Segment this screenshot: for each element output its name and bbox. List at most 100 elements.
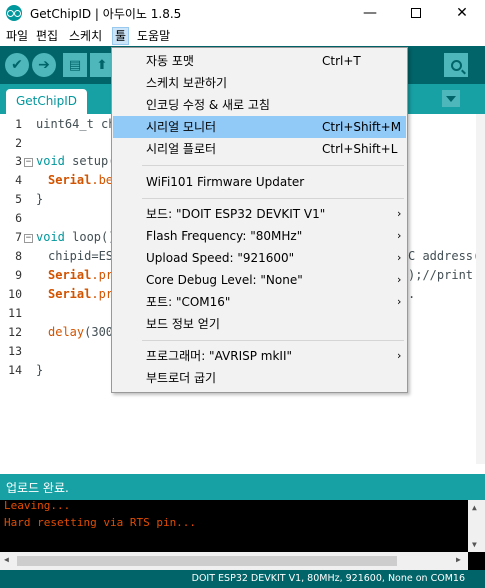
code-line-4: Serial.beg <box>48 173 120 187</box>
serial-object: Serial <box>48 173 92 187</box>
new-icon: ▤ <box>68 57 82 73</box>
menu-separator <box>142 340 404 341</box>
minimize-button[interactable]: — <box>347 0 393 26</box>
line-number: 5 <box>15 192 22 206</box>
upload-icon: ➔ <box>38 57 50 73</box>
serial-object: Serial <box>48 268 92 282</box>
menu-item-label: Flash Frequency: "80MHz" <box>146 229 303 243</box>
keyword-void: void <box>36 154 65 168</box>
serial-monitor-button[interactable] <box>444 53 468 77</box>
menu-separator <box>142 165 404 166</box>
code-line-5: } <box>36 192 44 206</box>
maximize-button[interactable] <box>393 0 439 26</box>
submenu-arrow-icon: › <box>397 207 402 220</box>
menu-separator <box>142 198 404 199</box>
menu-item-label: 스케치 보관하기 <box>146 76 228 90</box>
menu-bar: 파일 편집 스케치 툴 도움말 <box>0 26 485 46</box>
line-number: 12 <box>8 325 22 339</box>
menu-item-wifi101-updater[interactable]: WiFi101 Firmware Updater <box>113 171 406 193</box>
menu-item-core-debug-level[interactable]: Core Debug Level: "None" › <box>113 269 406 291</box>
console-line: Leaving... <box>4 499 71 512</box>
console-line: Hard resetting via RTS pin... <box>4 516 197 529</box>
menu-item-port[interactable]: 포트: "COM16" › <box>113 291 406 313</box>
menu-item-label: 부트로더 굽기 <box>146 371 217 385</box>
menu-tools[interactable]: 툴 <box>112 27 130 45</box>
code-line-9: Serial.pr <box>48 268 113 282</box>
menu-item-serial-plotter[interactable]: 시리얼 플로터 Ctrl+Shift+L <box>113 138 406 160</box>
tab-menu-button[interactable] <box>442 90 460 107</box>
close-icon: ✕ <box>456 5 468 21</box>
menu-item-upload-speed[interactable]: Upload Speed: "921600" › <box>113 247 406 269</box>
scroll-down-icon[interactable]: ▼ <box>472 540 477 549</box>
window-title: GetChipID | 아두이노 1.8.5 <box>30 6 182 21</box>
verify-icon: ✔ <box>11 57 23 73</box>
menu-item-burn-bootloader[interactable]: 부트로더 굽기 <box>113 367 406 389</box>
code-line-8: chipid=ESP <box>48 249 121 263</box>
upload-button[interactable]: ➔ <box>32 53 56 77</box>
menu-sketch[interactable]: 스케치 <box>67 27 104 45</box>
arduino-logo-icon <box>6 5 22 21</box>
submenu-arrow-icon: › <box>397 349 402 362</box>
editor-scrollbar[interactable] <box>476 114 485 464</box>
scroll-right-icon[interactable]: ▶ <box>456 555 461 564</box>
menu-item-label: 시리얼 플로터 <box>146 142 217 156</box>
tab-getchipid[interactable]: GetChipID <box>6 89 87 114</box>
menu-item-serial-monitor[interactable]: 시리얼 모니터 Ctrl+Shift+M <box>113 116 406 138</box>
line-number: 2 <box>15 136 22 150</box>
menu-item-label: 포트: "COM16" <box>146 295 231 309</box>
menu-item-archive-sketch[interactable]: 스케치 보관하기 <box>113 72 406 94</box>
console-vertical-scrollbar[interactable]: ▲ ▼ <box>468 500 485 552</box>
board-info-text: DOIT ESP32 DEVKIT V1, 80MHz, 921600, Non… <box>191 573 465 584</box>
line-number: 8 <box>15 249 22 263</box>
menu-item-get-board-info[interactable]: 보드 정보 얻기 <box>113 313 406 335</box>
chevron-down-icon <box>446 95 456 102</box>
scroll-up-icon[interactable]: ▲ <box>472 503 477 512</box>
line-number: 14 <box>8 363 22 377</box>
maximize-icon <box>411 8 421 18</box>
console-output[interactable]: Leaving... Hard resetting via RTS pin...… <box>0 499 485 570</box>
menu-item-label: Core Debug Level: "None" <box>146 273 303 287</box>
menu-edit[interactable]: 편집 <box>34 27 60 45</box>
menu-item-label: 프로그래머: "AVRISP mkII" <box>146 349 293 363</box>
line-number: 1 <box>15 117 22 131</box>
scrollbar-thumb[interactable] <box>17 556 397 566</box>
new-sketch-button[interactable]: ▤ <box>63 53 87 77</box>
code-line-10: Serial.pr <box>48 287 113 301</box>
code-line-14: } <box>36 363 44 377</box>
submenu-arrow-icon: › <box>397 229 402 242</box>
console-horizontal-scrollbar[interactable]: ◀ ▶ <box>0 552 468 570</box>
menu-item-label: Upload Speed: "921600" <box>146 251 295 265</box>
menu-help[interactable]: 도움말 <box>135 27 172 45</box>
verify-button[interactable]: ✔ <box>5 53 29 77</box>
serial-object: Serial <box>48 287 92 301</box>
function-delay: delay <box>48 325 85 339</box>
minimize-icon: — <box>363 5 377 21</box>
line-number: 11 <box>8 306 22 320</box>
menu-item-board[interactable]: 보드: "DOIT ESP32 DEVKIT V1" › <box>113 203 406 225</box>
line-number: 6 <box>15 211 22 225</box>
menu-item-programmer[interactable]: 프로그래머: "AVRISP mkII" › <box>113 345 406 367</box>
fold-toggle[interactable]: − <box>24 158 33 167</box>
menu-item-label: 보드: "DOIT ESP32 DEVKIT V1" <box>146 207 326 221</box>
line-number: 13 <box>8 344 22 358</box>
menu-item-shortcut: Ctrl+Shift+M <box>322 120 402 134</box>
line-number: 7 <box>15 230 22 244</box>
submenu-arrow-icon: › <box>397 295 402 308</box>
code-text: .pr <box>91 268 114 282</box>
menu-item-shortcut: Ctrl+T <box>322 54 361 68</box>
code-text: .pr <box>91 287 114 301</box>
line-number: 3 <box>15 154 22 168</box>
tools-dropdown-menu: 자동 포맷 Ctrl+T 스케치 보관하기 인코딩 수정 & 새로 고침 시리얼… <box>111 47 408 393</box>
serial-monitor-icon <box>450 59 462 71</box>
menu-item-fix-encoding[interactable]: 인코딩 수정 & 새로 고침 <box>113 94 406 116</box>
fold-toggle[interactable]: − <box>24 234 33 243</box>
code-line-3: void setup() <box>36 154 123 168</box>
menu-item-label: WiFi101 Firmware Updater <box>146 175 305 189</box>
scroll-left-icon[interactable]: ◀ <box>4 555 9 564</box>
menu-file[interactable]: 파일 <box>4 27 30 45</box>
menu-item-flash-frequency[interactable]: Flash Frequency: "80MHz" › <box>113 225 406 247</box>
submenu-arrow-icon: › <box>397 273 402 286</box>
line-number-gutter: 1 2 3 4 5 6 7 8 9 10 11 12 13 14 − − <box>0 114 34 464</box>
close-button[interactable]: ✕ <box>439 0 485 26</box>
menu-item-auto-format[interactable]: 자동 포맷 Ctrl+T <box>113 50 406 72</box>
